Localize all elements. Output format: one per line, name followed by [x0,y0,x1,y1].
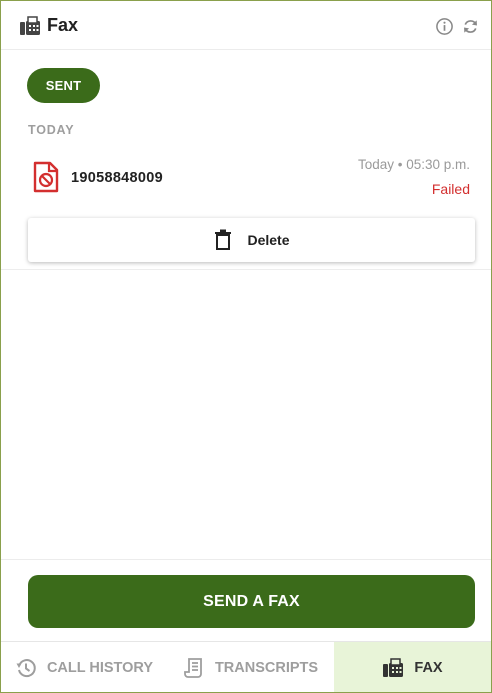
fax-document-failed-icon [33,161,59,193]
tab-label: CALL HISTORY [46,660,154,676]
status-badge: Failed [431,181,470,197]
info-icon[interactable] [435,17,454,36]
fax-timestamp: Today • 05:30 p.m. [357,157,470,172]
history-icon [16,659,36,678]
fax-number: 19058848009 [71,170,164,186]
action-bar: SEND A FAX [1,559,491,641]
list-item[interactable]: 19058848009 Today • 05:30 p.m. Failed De… [1,146,491,270]
send-fax-button[interactable]: SEND A FAX [28,575,475,628]
tab-label: TRANSCRIPTS [214,660,319,676]
filter-chip-sent[interactable]: SENT [27,68,100,103]
tab-transcripts[interactable]: TRANSCRIPTS [167,642,334,692]
refresh-icon[interactable] [461,17,480,36]
page-title: Fax [47,15,79,35]
panel-header: Fax [1,1,491,50]
delete-button[interactable]: Delete [28,218,475,262]
delete-label: Delete [247,232,290,248]
bottom-nav: CALL HISTORY TRANSCRIPTS FAX [1,641,491,692]
fax-machine-icon [20,16,40,35]
tab-call-history[interactable]: CALL HISTORY [1,642,167,692]
tab-label: FAX [414,660,443,676]
tab-fax[interactable]: FAX [334,642,491,692]
transcript-icon [184,658,202,678]
fax-panel: Fax SENT TODAY 19058848009 Today • 05:30… [0,0,492,693]
trash-icon [215,229,232,250]
fax-machine-icon [383,658,404,677]
section-label-today: TODAY [28,123,75,137]
